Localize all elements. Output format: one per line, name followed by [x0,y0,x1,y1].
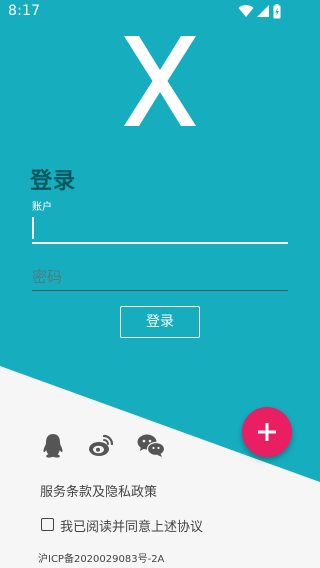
account-label: 账户 [32,202,52,213]
login-title: 登录 [30,169,77,194]
wechat-icon[interactable] [137,433,165,459]
battery-icon [273,4,281,19]
signal-icon [257,5,269,17]
plus-icon [258,423,276,441]
status-time: 8:17 [8,3,41,19]
status-bar: 8:17 [0,0,320,24]
text-cursor [32,217,34,239]
add-fab-button[interactable] [242,407,292,457]
password-input[interactable]: 密码 [32,262,288,291]
agree-checkbox[interactable] [41,518,54,531]
login-button[interactable]: 登录 [120,306,200,338]
account-input[interactable] [32,212,288,244]
wifi-icon [238,5,254,18]
qq-icon[interactable] [40,433,66,459]
password-placeholder: 密码 [32,268,63,286]
weibo-icon[interactable] [88,433,114,459]
agree-label: 我已阅读并同意上述协议 [60,520,204,535]
terms-privacy-link[interactable]: 服务条款及隐私政策 [40,481,157,500]
app-logo-icon [124,36,196,126]
icp-number: 沪ICP备2020029083号-2A [38,554,165,565]
status-icons [238,4,298,20]
